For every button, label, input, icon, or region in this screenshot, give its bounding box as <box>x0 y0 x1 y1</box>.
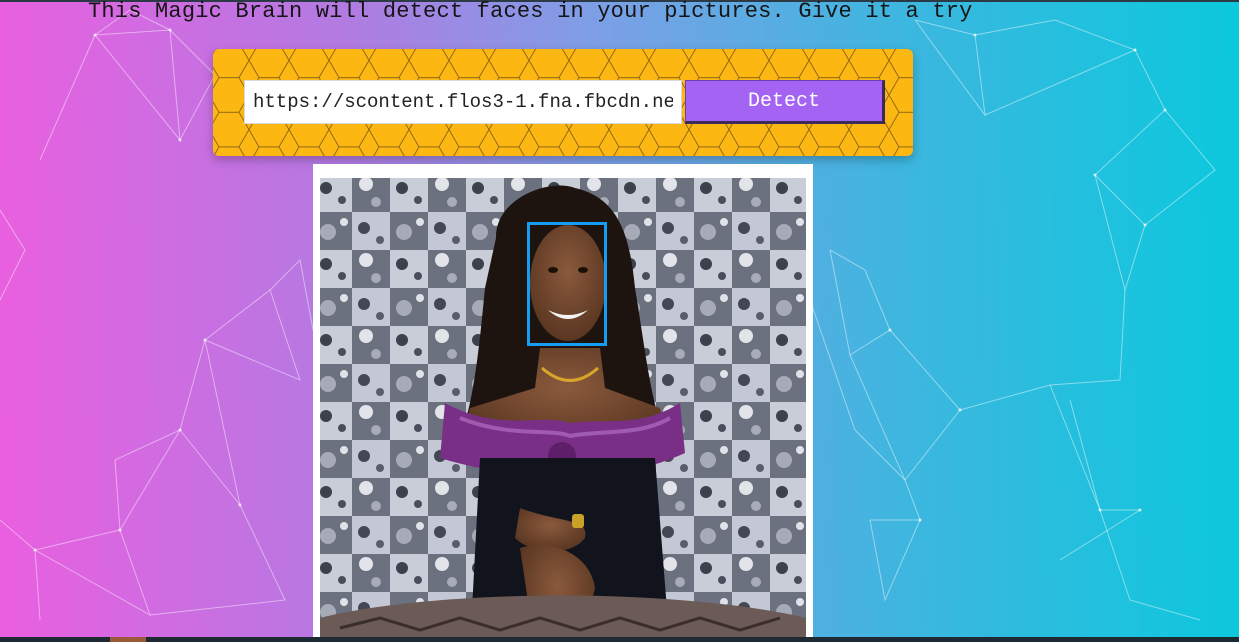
taskbar-accent <box>110 637 146 642</box>
image-url-input[interactable] <box>244 80 682 124</box>
image-preview <box>313 164 813 642</box>
face-bounding-box <box>527 222 607 346</box>
app-tagline: This Magic Brain will detect faces in yo… <box>88 0 973 24</box>
detect-button[interactable]: Detect <box>685 80 885 124</box>
image-link-form: Detect <box>213 49 913 156</box>
bottom-edge <box>0 637 1239 642</box>
app-root: { "header": { "tagline": "This Magic Bra… <box>0 0 1239 642</box>
